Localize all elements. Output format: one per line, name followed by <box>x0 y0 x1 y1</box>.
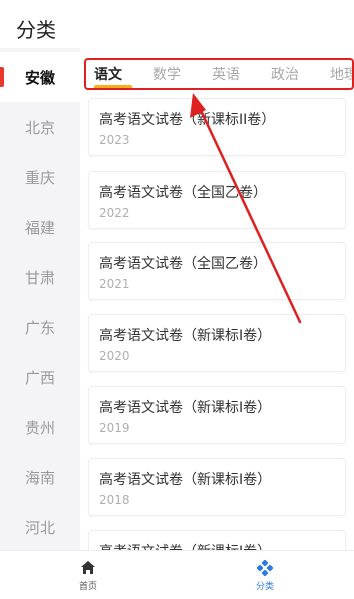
paper-card[interactable]: 高考语文试卷（新课标I卷） <box>88 530 346 550</box>
sidebar-item-guangxi[interactable]: 广西 <box>0 352 80 402</box>
sidebar-item-label: 广西 <box>24 368 55 387</box>
paper-title: 高考语文试卷（新课标II卷） <box>99 112 276 128</box>
sidebar-item-label: 北京 <box>24 118 55 137</box>
paper-card[interactable]: 高考语文试卷（全国乙卷） 2021 <box>88 242 346 300</box>
sidebar-item-label: 广东 <box>24 318 55 337</box>
nav-category-label: 分类 <box>255 582 274 592</box>
paper-year: 2021 <box>99 277 130 291</box>
tab-politics[interactable]: 政治 <box>271 64 299 84</box>
paper-year: 2023 <box>99 133 130 147</box>
active-tab-indicator <box>94 85 132 89</box>
tab-english[interactable]: 英语 <box>212 64 240 84</box>
main-content: 语文 数学 英语 政治 地理 高考语文试卷（新课标II卷） 2023 高考语文试… <box>80 48 354 550</box>
page-title: 分类 <box>16 18 56 42</box>
paper-title: 高考语文试卷（新课标I卷） <box>99 472 272 488</box>
top-header: 分类 <box>0 0 354 48</box>
sidebar-item-label: 河北 <box>24 518 55 537</box>
sidebar-item-label: 贵州 <box>24 418 55 437</box>
sidebar-item-hebei[interactable]: 河北 <box>0 502 80 552</box>
sidebar-item-beijing[interactable]: 北京 <box>0 102 80 152</box>
sidebar-item-label: 甘肃 <box>24 268 55 287</box>
paper-card[interactable]: 高考语文试卷（新课标II卷） 2023 <box>88 98 346 156</box>
sidebar-item-guangdong[interactable]: 广东 <box>0 302 80 352</box>
paper-year: 2018 <box>99 493 130 507</box>
sidebar-item-label: 海南 <box>24 468 55 487</box>
nav-home-label: 首页 <box>78 582 97 592</box>
paper-title: 高考语文试卷（全国乙卷） <box>99 256 267 272</box>
sidebar-item-hainan[interactable]: 海南 <box>0 452 80 502</box>
sidebar-item-label: 福建 <box>24 218 55 237</box>
paper-list: 高考语文试卷（新课标II卷） 2023 高考语文试卷（全国乙卷） 2022 高考… <box>80 98 354 550</box>
sidebar-item-guizhou[interactable]: 贵州 <box>0 402 80 452</box>
paper-year: 2022 <box>99 206 130 220</box>
sidebar-item-gansu[interactable]: 甘肃 <box>0 252 80 302</box>
province-sidebar: 安徽 北京 重庆 福建 甘肃 广东 广西 贵州 海南 河北 <box>0 48 80 550</box>
bottom-nav: 首页 分类 <box>0 550 354 599</box>
paper-year: 2020 <box>99 349 130 363</box>
tab-math[interactable]: 数学 <box>153 64 181 84</box>
category-icon <box>256 559 274 577</box>
paper-card[interactable]: 高考语文试卷（新课标I卷） 2018 <box>88 458 346 516</box>
paper-title: 高考语文试卷（新课标I卷） <box>99 541 271 550</box>
app-page: 分类 安徽 北京 重庆 福建 甘肃 广东 广西 贵州 海南 河北 语文 数学 英… <box>0 0 354 599</box>
nav-home[interactable]: 首页 <box>58 559 118 595</box>
paper-year: 2019 <box>99 421 130 435</box>
sidebar-item-anhui[interactable]: 安徽 <box>0 52 80 102</box>
sidebar-item-fujian[interactable]: 福建 <box>0 202 80 252</box>
tab-geography[interactable]: 地理 <box>330 64 354 84</box>
subject-tabs: 语文 数学 英语 政治 地理 <box>80 48 354 98</box>
sidebar-item-label: 重庆 <box>24 168 55 187</box>
paper-card[interactable]: 高考语文试卷（全国乙卷） 2022 <box>88 171 346 229</box>
paper-title: 高考语文试卷（新课标I卷） <box>99 328 272 344</box>
tab-chinese[interactable]: 语文 <box>94 64 122 84</box>
sidebar-item-chongqing[interactable]: 重庆 <box>0 152 80 202</box>
paper-title: 高考语文试卷（新课标I卷） <box>99 400 272 416</box>
nav-category[interactable]: 分类 <box>235 559 295 595</box>
paper-card[interactable]: 高考语文试卷（新课标I卷） 2019 <box>88 386 346 444</box>
home-icon <box>81 561 95 574</box>
paper-card[interactable]: 高考语文试卷（新课标I卷） 2020 <box>88 314 346 372</box>
paper-title: 高考语文试卷（全国乙卷） <box>99 185 267 201</box>
sidebar-item-label: 安徽 <box>24 68 55 87</box>
